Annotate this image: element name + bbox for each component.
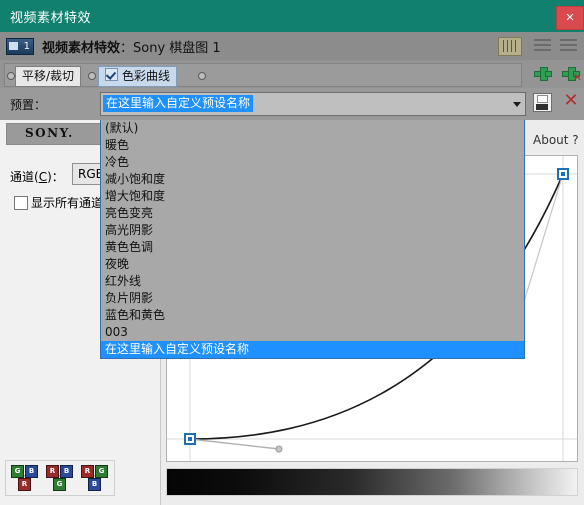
- preset-option[interactable]: 蓝色和黄色: [101, 307, 524, 324]
- swap-gb-r-button[interactable]: G B R: [9, 464, 39, 491]
- page-title: 视频素材特效：Sony 棋盘图 1: [42, 37, 221, 56]
- plugin-chain-track: 平移/裁切 色彩曲线: [4, 63, 522, 87]
- preset-option[interactable]: 减小饱和度: [101, 171, 524, 188]
- preset-label: 预置：: [10, 98, 47, 112]
- page-title-bold: 视频素材特效: [42, 41, 121, 56]
- swap-node-b: B: [88, 478, 101, 491]
- window-title-bar: 视频素材特效 ✕: [0, 0, 584, 32]
- keyframe-add-icon[interactable]: [534, 66, 552, 81]
- split-view-alt-icon[interactable]: [558, 37, 580, 54]
- preview-split-icon[interactable]: [498, 37, 522, 56]
- preset-input[interactable]: 在这里输入自定义预设名称: [103, 95, 254, 112]
- preset-option[interactable]: 在这里输入自定义预设名称: [101, 341, 524, 358]
- luminance-gradient-strip: [166, 468, 578, 496]
- delete-preset-button[interactable]: ✕: [562, 91, 580, 111]
- chain-connector-dot: [198, 72, 206, 80]
- channel-label-pre: 通道(: [10, 170, 39, 184]
- swap-node-g: G: [11, 465, 24, 478]
- show-all-channels-label: 显示所有通道: [31, 196, 104, 210]
- page-title-plain: ：Sony 棋盘图 1: [120, 41, 221, 56]
- preset-row: 预置： 在这里输入自定义预设名称 ✕: [0, 88, 584, 120]
- chain-connector-dot: [88, 72, 96, 80]
- fx-badge-number: 1: [23, 41, 30, 52]
- swap-node-b: B: [60, 465, 73, 478]
- tab-pan-crop[interactable]: 平移/裁切: [15, 66, 82, 87]
- swap-rb-g-button[interactable]: R B G: [44, 464, 74, 491]
- channel-swap-button-group: G B R R B G R G B: [5, 460, 115, 496]
- about-link[interactable]: About ?: [533, 133, 579, 147]
- split-view-icon[interactable]: [532, 37, 554, 54]
- channel-label-key: C: [38, 170, 48, 184]
- chain-connector-dot: [7, 72, 15, 80]
- tab-color-curves[interactable]: 色彩曲线: [98, 66, 178, 87]
- channel-label: 通道(C)：: [10, 168, 64, 185]
- video-event-fx-dialog: 视频素材特效 ✕ 1 视频素材特效：Sony 棋盘图 1 平移/裁切 色彩曲线 …: [0, 0, 584, 505]
- save-preset-button[interactable]: [533, 93, 552, 112]
- fx-badge-swatch: [9, 42, 18, 50]
- tab-pan-crop-label: 平移/裁切: [22, 69, 75, 83]
- window-close-button[interactable]: ✕: [556, 6, 584, 30]
- tab-color-curves-label: 色彩曲线: [122, 69, 171, 83]
- preset-option[interactable]: 红外线: [101, 273, 524, 290]
- preset-option[interactable]: (默认): [101, 120, 524, 137]
- swap-rg-b-button[interactable]: R G B: [79, 464, 109, 491]
- preset-option[interactable]: 负片阴影: [101, 290, 524, 307]
- chevron-down-icon[interactable]: [513, 102, 521, 107]
- swap-node-r: R: [18, 478, 31, 491]
- preset-option[interactable]: 夜晚: [101, 256, 524, 273]
- preset-option[interactable]: 冷色: [101, 154, 524, 171]
- checkbox-icon[interactable]: [105, 68, 118, 81]
- swap-node-r: R: [81, 465, 94, 478]
- fx-count-badge: 1: [6, 38, 34, 55]
- window-title: 视频素材特效: [10, 11, 92, 26]
- swap-node-g: G: [95, 465, 108, 478]
- sony-logo: SONY.: [25, 126, 74, 140]
- preset-option[interactable]: 增大饱和度: [101, 188, 524, 205]
- preset-option[interactable]: 亮色变亮: [101, 205, 524, 222]
- swap-node-g: G: [53, 478, 66, 491]
- preset-dropdown-list[interactable]: (默认) 暖色 冷色 减小饱和度 增大饱和度 亮色变亮 高光阴影 黄色色调 夜晚 红外线 负片阴影蓝…: [100, 120, 525, 359]
- preset-option[interactable]: 黄色色调: [101, 239, 524, 256]
- channel-label-post: )：: [47, 170, 64, 184]
- keyframe-delete-icon[interactable]: ✕: [562, 66, 582, 83]
- preset-option[interactable]: 暖色: [101, 137, 524, 154]
- swap-node-b: B: [25, 465, 38, 478]
- preset-option[interactable]: 003: [101, 324, 524, 341]
- fx-header-bar: 1 视频素材特效：Sony 棋盘图 1: [0, 32, 584, 61]
- swap-node-r: R: [46, 465, 59, 478]
- show-all-channels-checkbox[interactable]: [14, 196, 28, 210]
- plugin-chain-row: 平移/裁切 色彩曲线 ✕: [0, 60, 584, 89]
- preset-option[interactable]: 高光阴影: [101, 222, 524, 239]
- preset-combobox[interactable]: 在这里输入自定义预设名称: [100, 92, 526, 116]
